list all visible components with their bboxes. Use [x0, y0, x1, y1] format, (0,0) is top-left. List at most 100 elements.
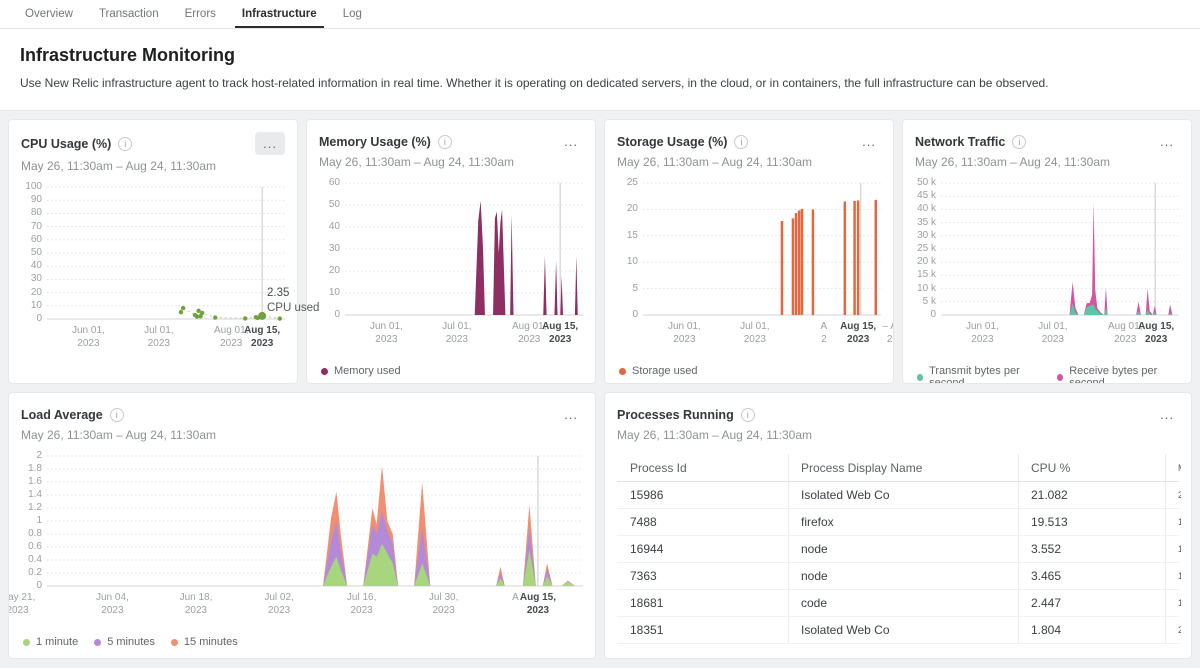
legend-label: Memory used	[334, 365, 401, 377]
card-menu-button[interactable]: ...	[559, 132, 583, 151]
card-menu-button[interactable]: ...	[1155, 405, 1179, 424]
cell: node	[789, 536, 1019, 562]
legend-dot	[23, 639, 30, 646]
info-icon[interactable]: i	[110, 408, 124, 422]
cell: 1	[1166, 563, 1181, 589]
card-menu-button[interactable]: ...	[559, 405, 583, 424]
tab-infrastructure[interactable]: Infrastructure	[229, 0, 330, 28]
x-axis-label: Jul 01,2023	[1038, 321, 1067, 346]
cell: 2.447	[1019, 590, 1166, 616]
y-axis-label: 50 k	[917, 177, 936, 188]
x-axis-label: Aug 15,2023	[542, 321, 578, 346]
cell: 3.465	[1019, 563, 1166, 589]
card-time-range: May 26, 11:30am – Aug 24, 11:30am	[21, 159, 285, 173]
y-axis-label: 10	[329, 287, 340, 298]
load-chart-svg	[47, 456, 583, 586]
cell: 1.804	[1019, 617, 1166, 643]
y-axis-label: 40	[329, 221, 340, 232]
cell: Isolated Web Co	[789, 617, 1019, 643]
y-axis-label: 0.4	[28, 554, 42, 565]
legend-dot	[1057, 374, 1063, 381]
table-row: 16944node3.5521	[617, 536, 1179, 563]
legend-item[interactable]: Memory used	[321, 365, 401, 377]
tab-log[interactable]: Log	[330, 0, 375, 28]
cpu-chart[interactable]: 0102030405060708090100Jun 01,2023Jul 01,…	[21, 187, 285, 355]
card-title: Memory Usage (%)	[319, 135, 431, 149]
cpu-usage-card: CPU Usage (%) i ... May 26, 11:30am – Au…	[8, 119, 298, 384]
info-icon[interactable]: i	[1012, 135, 1026, 149]
tab-errors[interactable]: Errors	[172, 0, 229, 28]
memory-usage-card: Memory Usage (%) i ... May 26, 11:30am –…	[306, 119, 596, 384]
legend-item[interactable]: 1 minute	[23, 636, 78, 648]
legend-item[interactable]: Storage used	[619, 365, 697, 377]
info-icon[interactable]: i	[438, 135, 452, 149]
cell: 24	[1166, 482, 1181, 508]
x-axis-label: Jun 18,2023	[180, 592, 213, 617]
y-axis-label: 0	[36, 580, 42, 591]
y-axis-label: 70	[31, 221, 42, 232]
cell: firefox	[789, 509, 1019, 535]
chart-legend: Transmit bytes per second Receive bytes p…	[915, 365, 1179, 384]
legend-item[interactable]: Receive bytes per second	[1057, 365, 1179, 384]
y-axis-label: 30 k	[917, 230, 936, 241]
x-axis-label: Jun 01,2023	[966, 321, 999, 346]
load-average-chart[interactable]: 00.20.40.60.811.21.41.61.82May 21,2023Ju…	[21, 456, 583, 648]
cell: 15986	[617, 482, 789, 508]
info-icon[interactable]: i	[118, 137, 132, 151]
x-axis-label: Jun 04,2023	[96, 592, 129, 617]
cell: 1	[1166, 509, 1181, 535]
x-axis-label: Jul 01,2023	[144, 325, 173, 350]
y-axis-label: 60	[31, 234, 42, 245]
legend-item[interactable]: 15 minutes	[171, 636, 238, 648]
memory-chart-svg	[345, 183, 583, 315]
card-menu-button[interactable]: ...	[1155, 132, 1179, 151]
legend-item[interactable]: Transmit bytes per second	[917, 365, 1041, 384]
x-axis-label: Jul 01,2023	[442, 321, 471, 346]
cell: 19.513	[1019, 509, 1166, 535]
processes-table: Process IdProcess Display NameCPU %M1598…	[617, 454, 1179, 644]
charts-row-top: CPU Usage (%) i ... May 26, 11:30am – Au…	[8, 119, 1192, 384]
y-axis-label: 20	[627, 203, 638, 214]
charts-row-bottom: Load Average i ... May 26, 11:30am – Aug…	[8, 392, 1192, 659]
info-icon[interactable]: i	[741, 408, 755, 422]
storage-chart[interactable]: 0510152025Jun 01,2023Jul 01,2023A2Aug 15…	[617, 183, 881, 377]
legend-label: 1 minute	[36, 636, 78, 648]
y-axis-label: 20	[329, 265, 340, 276]
y-axis-label: 15	[627, 230, 638, 241]
card-title: Load Average	[21, 408, 103, 422]
card-time-range: May 26, 11:30am – Aug 24, 11:30am	[21, 428, 583, 442]
y-axis-label: 1.6	[28, 476, 42, 487]
y-axis-label: 25	[627, 177, 638, 188]
x-axis-label: Jun 01,2023	[370, 321, 403, 346]
y-axis-label: 1.8	[28, 463, 42, 474]
card-time-range: May 26, 11:30am – Aug 24, 11:30am	[617, 428, 1179, 442]
card-menu-button[interactable]: ...	[255, 132, 285, 155]
network-chart[interactable]: 05 k10 k15 k20 k25 k30 k35 k40 k45 k50 k…	[915, 183, 1179, 384]
info-icon[interactable]: i	[734, 135, 748, 149]
card-title: CPU Usage (%)	[21, 137, 111, 151]
card-title: Processes Running	[617, 408, 734, 422]
cell: Isolated Web Co	[789, 482, 1019, 508]
legend-label: Receive bytes per second	[1069, 365, 1179, 384]
y-axis-label: 15 k	[917, 269, 936, 280]
card-menu-button[interactable]: ...	[857, 132, 881, 151]
x-axis-label: Jul 01,2023	[740, 321, 769, 346]
tab-transaction[interactable]: Transaction	[86, 0, 172, 28]
cell: node	[789, 563, 1019, 589]
table-row: 18351Isolated Web Co1.80424	[617, 617, 1179, 644]
y-axis-label: 90	[31, 194, 42, 205]
y-axis-label: 2	[36, 450, 42, 461]
column-header: M	[1166, 454, 1181, 481]
legend-item[interactable]: 5 minutes	[94, 636, 155, 648]
cell: 18351	[617, 617, 789, 643]
legend-label: 15 minutes	[184, 636, 238, 648]
y-axis-label: 1.4	[28, 489, 42, 500]
column-header: Process Id	[617, 454, 789, 481]
y-axis-label: 20	[31, 287, 42, 298]
page-title: Infrastructure Monitoring	[20, 45, 1180, 66]
tab-overview[interactable]: Overview	[12, 0, 86, 28]
y-axis-label: 5 k	[923, 296, 936, 307]
card-time-range: May 26, 11:30am – Aug 24, 11:30am	[915, 155, 1179, 169]
memory-chart[interactable]: 0102030405060Jun 01,2023Jul 01,2023Aug 0…	[319, 183, 583, 377]
y-axis-label: 10	[627, 256, 638, 267]
